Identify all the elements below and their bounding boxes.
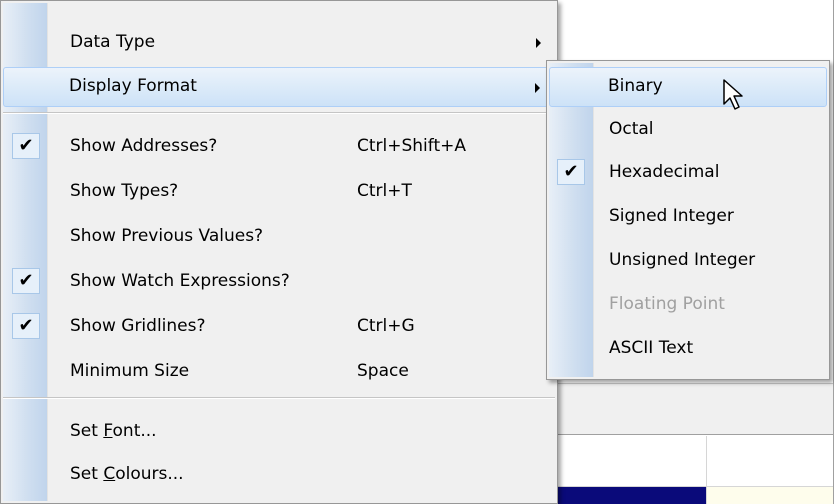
menu-item-signed-integer[interactable]: Signed Integer <box>549 197 827 237</box>
checkmark-icon: ✔ <box>12 133 40 159</box>
menu-item-minimum-size[interactable]: Minimum Size Space <box>3 352 555 392</box>
menu-item-label: ASCII Text <box>609 338 694 358</box>
context-menu: Data Type Display Format ✔ Show Addresse… <box>0 0 558 504</box>
background-selected-cell[interactable] <box>556 487 706 504</box>
menu-item-label: Show Gridlines? <box>70 316 206 336</box>
submenu-arrow-icon <box>535 83 540 93</box>
menu-item-set-colours[interactable]: Set Colours... <box>3 455 555 495</box>
menu-item-octal[interactable]: Octal <box>549 110 827 150</box>
menu-item-label: Binary <box>608 76 663 96</box>
menu-item-show-addresses[interactable]: ✔ Show Addresses? Ctrl+Shift+A <box>3 127 555 167</box>
menu-item-binary[interactable]: Binary <box>549 67 827 107</box>
checkmark-icon: ✔ <box>557 159 585 185</box>
menu-item-show-gridlines[interactable]: ✔ Show Gridlines? Ctrl+G <box>3 307 555 347</box>
menu-item-label: Show Watch Expressions? <box>70 271 290 291</box>
menu-item-hexadecimal[interactable]: ✔ Hexadecimal <box>549 153 827 193</box>
label-suffix: olours... <box>115 464 184 484</box>
menu-item-label: Signed Integer <box>609 206 734 226</box>
menu-item-label: Minimum Size <box>70 361 190 381</box>
menu-item-label: Octal <box>609 119 654 139</box>
menu-item-set-font[interactable]: Set Font... <box>3 412 555 452</box>
background-toolbar-area <box>556 383 834 435</box>
label-prefix: Set <box>70 464 104 484</box>
menu-item-label: Set Colours... <box>70 464 184 484</box>
menu-item-label: Show Previous Values? <box>70 226 264 246</box>
menu-separator <box>3 112 555 114</box>
background-grid-cell[interactable] <box>707 487 834 504</box>
mouse-pointer-icon <box>723 79 743 110</box>
checkmark-icon: ✔ <box>12 313 40 339</box>
display-format-submenu: Binary Octal ✔ Hexadecimal Signed Intege… <box>546 60 830 380</box>
menu-item-label: Show Addresses? <box>70 136 218 156</box>
menu-item-ascii-text[interactable]: ASCII Text <box>549 329 827 369</box>
menu-item-label: Data Type <box>70 32 156 52</box>
menu-item-label: Show Types? <box>70 181 179 201</box>
menu-item-label: Floating Point <box>609 294 725 314</box>
menu-separator <box>3 397 555 399</box>
menu-item-unsigned-integer[interactable]: Unsigned Integer <box>549 241 827 281</box>
label-prefix: Set <box>70 421 104 441</box>
menu-item-show-previous-values[interactable]: Show Previous Values? <box>3 217 555 257</box>
menu-item-label: Hexadecimal <box>609 162 720 182</box>
submenu-arrow-icon <box>536 38 541 48</box>
mnemonic-letter: F <box>103 421 113 441</box>
menu-item-data-type[interactable]: Data Type <box>3 23 555 63</box>
menu-item-shortcut: Ctrl+G <box>357 316 415 336</box>
mnemonic-letter: C <box>103 464 116 484</box>
menu-item-label: Unsigned Integer <box>609 250 756 270</box>
menu-item-floating-point: Floating Point <box>549 285 827 325</box>
menu-item-label: Display Format <box>69 76 197 96</box>
menu-item-label: Set Font... <box>70 421 157 441</box>
checkmark-icon: ✔ <box>12 268 40 294</box>
menu-item-display-format[interactable]: Display Format <box>3 67 555 107</box>
menu-item-show-types[interactable]: Show Types? Ctrl+T <box>3 172 555 212</box>
menu-item-shortcut: Ctrl+T <box>357 181 412 201</box>
background-divider <box>556 434 834 435</box>
menu-item-shortcut: Space <box>357 361 409 381</box>
label-suffix: ont... <box>112 421 157 441</box>
menu-item-show-watch-expressions[interactable]: ✔ Show Watch Expressions? <box>3 262 555 302</box>
menu-item-shortcut: Ctrl+Shift+A <box>357 136 467 156</box>
